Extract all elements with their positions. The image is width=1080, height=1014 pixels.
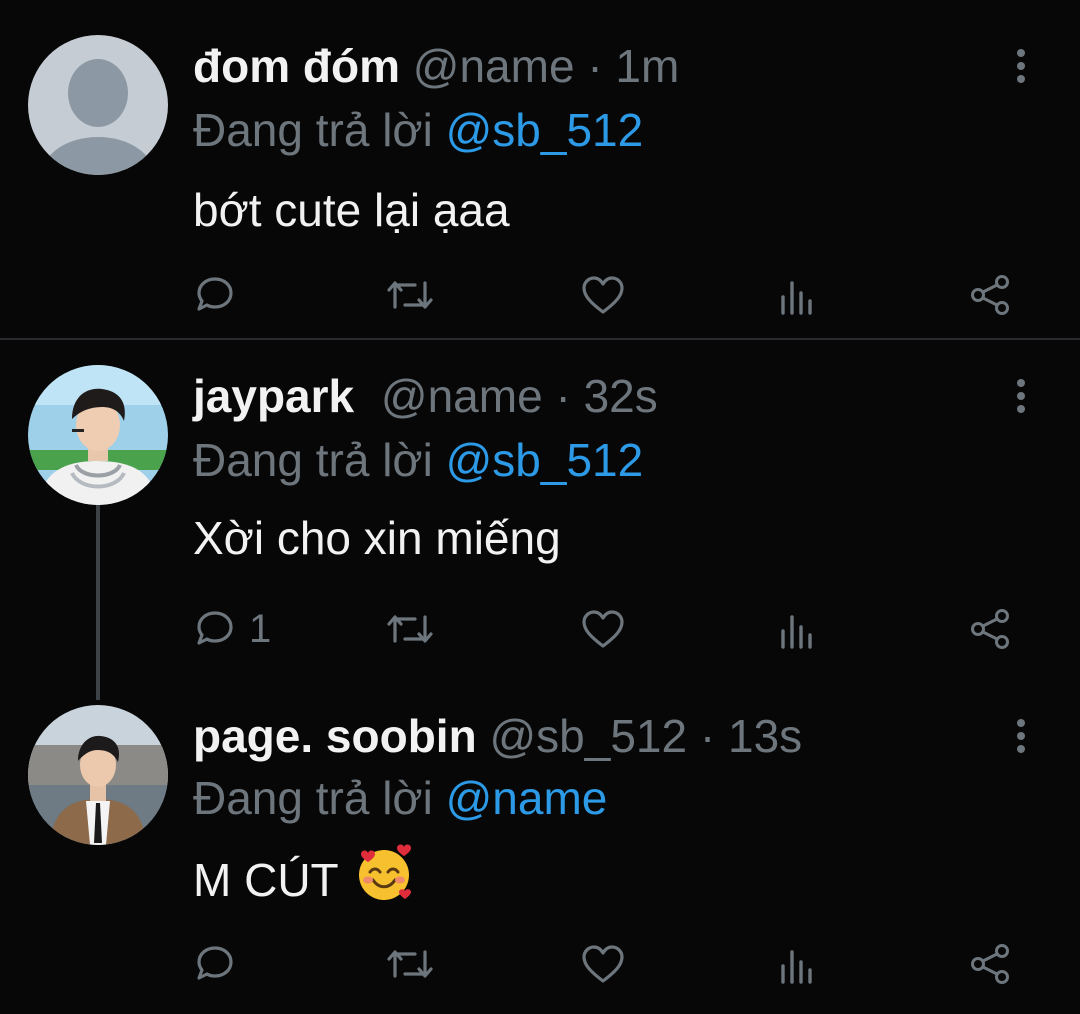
analytics-icon (781, 615, 812, 649)
analytics-button[interactable] (777, 934, 817, 994)
retweet-button[interactable] (385, 934, 435, 994)
user-photo (28, 705, 168, 845)
display-name[interactable]: page. soobin (193, 710, 477, 762)
reply-button[interactable]: 1 (193, 599, 271, 659)
mention-link[interactable]: @sb_512 (446, 434, 644, 486)
tweet-2[interactable]: jaypark @name · 32s Đang trả lời @sb_512… (0, 340, 1080, 680)
heart-icon (582, 945, 624, 983)
share-button[interactable] (968, 934, 1014, 994)
avatar[interactable] (28, 365, 168, 505)
replying-to-label: Đang trả lời (193, 434, 433, 486)
mention-link[interactable]: @sb_512 (446, 104, 644, 156)
separator: · (587, 40, 603, 92)
separator: · (555, 370, 571, 422)
reply-icon (197, 946, 233, 980)
like-button[interactable] (580, 265, 626, 325)
replying-to: Đang trả lời @sb_512 (193, 102, 643, 158)
tweet-1[interactable]: đom đóm @name · 1m Đang trả lời @sb_512 … (0, 0, 1080, 340)
more-vertical-icon[interactable] (1011, 45, 1031, 85)
replying-to-label: Đang trả lời (193, 104, 433, 156)
replying-to-label: Đang trả lời (193, 772, 433, 824)
more-vertical-icon[interactable] (1011, 715, 1031, 755)
share-icon (971, 275, 1009, 315)
tweet-header: đom đóm @name · 1m (193, 38, 679, 94)
user-handle[interactable]: @name (413, 40, 575, 92)
tweet-text: M CÚT (193, 854, 339, 907)
timestamp[interactable]: 13s (728, 710, 802, 762)
user-handle[interactable]: @sb_512 (489, 710, 687, 762)
reply-icon (197, 277, 233, 311)
analytics-icon (781, 950, 812, 984)
share-button[interactable] (968, 599, 1014, 659)
tweet-text: bớt cute lại ạaa (193, 184, 510, 236)
share-icon (971, 609, 1009, 649)
timestamp[interactable]: 1m (615, 40, 679, 92)
display-name[interactable]: đom đóm (193, 40, 400, 92)
share-button[interactable] (968, 265, 1014, 325)
tweet-header: jaypark @name · 32s (193, 368, 658, 424)
retweet-icon (387, 950, 433, 978)
reply-button[interactable] (193, 934, 249, 994)
analytics-button[interactable] (777, 599, 817, 659)
tweet-text: Xời cho xin miếng (193, 512, 561, 564)
smiling-face-with-hearts-emoji (353, 842, 415, 918)
action-bar: 1 (0, 599, 1080, 659)
separator: · (699, 710, 716, 762)
analytics-button[interactable] (777, 265, 817, 325)
default-avatar-icon (28, 35, 168, 175)
avatar[interactable] (28, 35, 168, 175)
reply-count: 1 (249, 606, 272, 651)
heart-icon (582, 610, 624, 648)
retweet-icon (387, 615, 433, 643)
like-button[interactable] (580, 599, 626, 659)
share-icon (971, 944, 1009, 984)
user-photo (28, 365, 168, 505)
retweet-button[interactable] (385, 599, 435, 659)
retweet-icon (387, 281, 433, 309)
retweet-button[interactable] (385, 265, 435, 325)
tweet-text-row: M CÚT (193, 844, 415, 907)
heart-icon (582, 276, 624, 314)
display-name[interactable]: jaypark (193, 370, 354, 422)
tweet-header: page. soobin @sb_512 · 13s (193, 708, 802, 764)
replying-to: Đang trả lời @sb_512 (193, 432, 643, 488)
timestamp[interactable]: 32s (584, 370, 658, 422)
user-handle[interactable]: @name (381, 370, 543, 422)
avatar[interactable] (28, 705, 168, 845)
analytics-icon (781, 281, 812, 315)
more-vertical-icon[interactable] (1011, 375, 1031, 415)
reply-icon (197, 611, 233, 645)
action-bar (0, 265, 1080, 325)
reply-button[interactable] (193, 265, 249, 325)
replying-to: Đang trả lời @name (193, 770, 607, 826)
like-button[interactable] (580, 934, 626, 994)
mention-link[interactable]: @name (446, 772, 608, 824)
tweet-3[interactable]: page. soobin @sb_512 · 13s Đang trả lời … (0, 680, 1080, 1014)
action-bar (0, 934, 1080, 994)
